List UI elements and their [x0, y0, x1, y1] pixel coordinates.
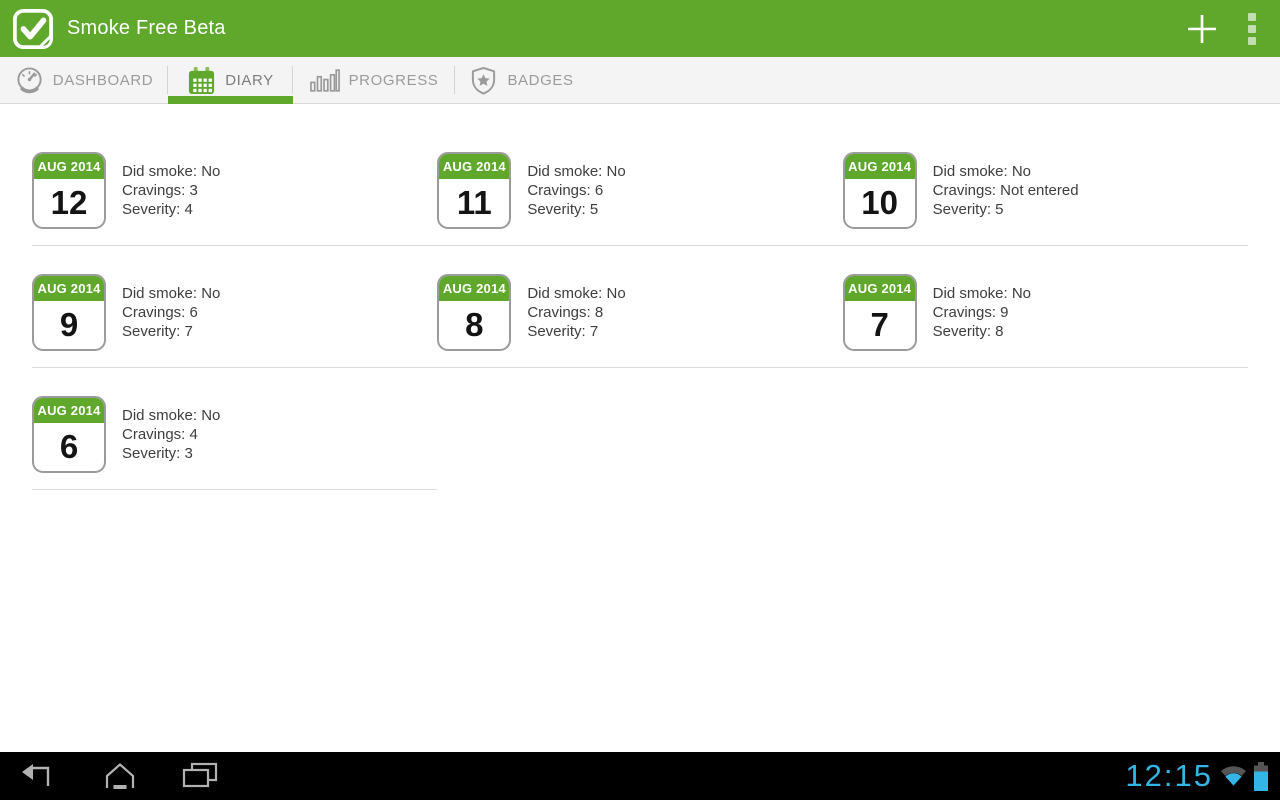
tab-diary[interactable]: DIARY	[168, 57, 293, 103]
tab-badges-label: BADGES	[507, 72, 573, 89]
app-screen: Smoke Free Beta DASHBOARD	[0, 0, 1280, 800]
add-entry-button[interactable]	[1174, 0, 1230, 57]
date-badge-month: AUG 2014	[439, 276, 509, 301]
entry-did-smoke: Did smoke: No	[122, 162, 220, 181]
diary-entry-aug-6[interactable]: AUG 2014 6 Did smoke: No Cravings: 4 Sev…	[32, 368, 437, 490]
diary-entry-aug-9[interactable]: AUG 2014 9 Did smoke: No Cravings: 6 Sev…	[32, 246, 437, 368]
entry-cravings: Cravings: Not entered	[933, 181, 1079, 200]
date-badge-day: 10	[845, 179, 915, 227]
date-badge-month: AUG 2014	[34, 398, 104, 423]
entry-cravings: Cravings: 6	[122, 303, 220, 322]
status-clock: 12:15	[1125, 752, 1213, 800]
shield-star-icon	[469, 66, 498, 95]
tab-progress-label: PROGRESS	[349, 72, 439, 89]
app-title: Smoke Free Beta	[67, 17, 226, 40]
date-badge-month: AUG 2014	[439, 154, 509, 179]
date-badge-day: 7	[845, 301, 915, 349]
status-cluster: 12:15	[1125, 752, 1280, 800]
entry-severity: Severity: 7	[122, 322, 220, 341]
entry-did-smoke: Did smoke: No	[527, 284, 625, 303]
calendar-icon	[187, 66, 216, 95]
entry-severity: Severity: 7	[527, 322, 625, 341]
entry-did-smoke: Did smoke: No	[122, 284, 220, 303]
plus-icon	[1186, 13, 1218, 45]
date-badge: AUG 2014 8	[437, 274, 511, 351]
date-badge: AUG 2014 6	[32, 396, 106, 473]
date-badge-day: 8	[439, 301, 509, 349]
entry-did-smoke: Did smoke: No	[933, 162, 1079, 181]
entry-details: Did smoke: No Cravings: Not entered Seve…	[933, 152, 1079, 245]
entry-details: Did smoke: No Cravings: 8 Severity: 7	[527, 274, 625, 367]
action-bar: Smoke Free Beta	[0, 0, 1280, 57]
date-badge: AUG 2014 12	[32, 152, 106, 229]
date-badge-day: 12	[34, 179, 104, 227]
date-badge-month: AUG 2014	[34, 154, 104, 179]
recent-apps-icon	[180, 761, 220, 791]
date-badge-day: 11	[439, 179, 509, 227]
tab-progress[interactable]: PROGRESS	[293, 57, 455, 103]
date-badge-month: AUG 2014	[845, 276, 915, 301]
entry-did-smoke: Did smoke: No	[933, 284, 1031, 303]
date-badge: AUG 2014 10	[843, 152, 917, 229]
entry-severity: Severity: 5	[527, 200, 625, 219]
gauge-icon	[15, 66, 44, 95]
date-badge-month: AUG 2014	[845, 154, 915, 179]
entry-cravings: Cravings: 4	[122, 425, 220, 444]
entry-severity: Severity: 3	[122, 444, 220, 463]
entry-did-smoke: Did smoke: No	[527, 162, 625, 181]
back-icon	[20, 761, 60, 791]
overflow-dot-icon	[1248, 25, 1256, 33]
diary-grid: AUG 2014 12 Did smoke: No Cravings: 3 Se…	[32, 124, 1248, 490]
tab-dashboard-label: DASHBOARD	[53, 72, 153, 89]
date-badge-day: 9	[34, 301, 104, 349]
date-badge-day: 6	[34, 423, 104, 471]
overflow-dot-icon	[1248, 37, 1256, 45]
date-badge: AUG 2014 9	[32, 274, 106, 351]
tab-bar: DASHBOARD DIARY	[0, 57, 1280, 104]
tab-dashboard[interactable]: DASHBOARD	[0, 57, 168, 103]
date-badge: AUG 2014 11	[437, 152, 511, 229]
entry-details: Did smoke: No Cravings: 9 Severity: 8	[933, 274, 1031, 367]
diary-entry-aug-8[interactable]: AUG 2014 8 Did smoke: No Cravings: 8 Sev…	[437, 246, 842, 368]
home-icon	[100, 761, 140, 791]
date-badge-month: AUG 2014	[34, 276, 104, 301]
diary-entry-aug-12[interactable]: AUG 2014 12 Did smoke: No Cravings: 3 Se…	[32, 124, 437, 246]
diary-entry-aug-11[interactable]: AUG 2014 11 Did smoke: No Cravings: 6 Se…	[437, 124, 842, 246]
entry-severity: Severity: 5	[933, 200, 1079, 219]
entry-details: Did smoke: No Cravings: 6 Severity: 5	[527, 152, 625, 245]
tab-badges[interactable]: BADGES	[455, 57, 588, 103]
back-button[interactable]	[0, 752, 80, 800]
entry-cravings: Cravings: 8	[527, 303, 625, 322]
entry-severity: Severity: 8	[933, 322, 1031, 341]
wifi-icon	[1220, 764, 1247, 788]
diary-entry-aug-10[interactable]: AUG 2014 10 Did smoke: No Cravings: Not …	[843, 124, 1248, 246]
bar-chart-icon	[310, 66, 340, 95]
battery-icon	[1254, 762, 1268, 791]
diary-entry-aug-7[interactable]: AUG 2014 7 Did smoke: No Cravings: 9 Sev…	[843, 246, 1248, 368]
overflow-menu-button[interactable]	[1230, 0, 1274, 57]
app-logo-icon	[12, 8, 54, 50]
entry-cravings: Cravings: 6	[527, 181, 625, 200]
entry-details: Did smoke: No Cravings: 6 Severity: 7	[122, 274, 220, 367]
entry-cravings: Cravings: 3	[122, 181, 220, 200]
diary-list: AUG 2014 12 Did smoke: No Cravings: 3 Se…	[0, 104, 1280, 490]
date-badge: AUG 2014 7	[843, 274, 917, 351]
entry-details: Did smoke: No Cravings: 4 Severity: 3	[122, 396, 220, 489]
selected-tab-indicator	[168, 96, 293, 104]
entry-severity: Severity: 4	[122, 200, 220, 219]
entry-did-smoke: Did smoke: No	[122, 406, 220, 425]
recent-apps-button[interactable]	[160, 752, 240, 800]
overflow-dot-icon	[1248, 13, 1256, 21]
entry-cravings: Cravings: 9	[933, 303, 1031, 322]
entry-details: Did smoke: No Cravings: 3 Severity: 4	[122, 152, 220, 245]
home-button[interactable]	[80, 752, 160, 800]
system-nav-bar: 12:15	[0, 752, 1280, 800]
tab-diary-label: DIARY	[225, 72, 274, 89]
